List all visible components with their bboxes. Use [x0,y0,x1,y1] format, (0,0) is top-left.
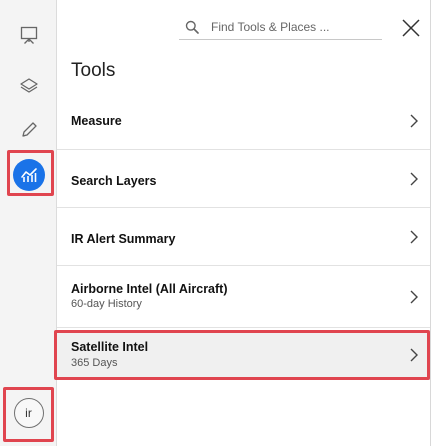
tools-icon [20,168,37,182]
tool-item-label: Satellite Intel [71,340,149,354]
tool-item-search-layers[interactable]: Search Layers [57,150,430,208]
tool-item-label: Search Layers [71,174,157,188]
close-icon [402,19,420,37]
tool-item-measure[interactable]: Measure [57,92,430,150]
chevron-right-icon [410,348,418,361]
tool-item-airborne-intel[interactable]: Airborne Intel (All Aircraft) 60-day His… [57,266,430,328]
tool-item-satellite-intel[interactable]: Satellite Intel 365 Days [57,330,430,380]
tools-panel: Tools Measure Search Layers IR Alert Sum… [57,0,430,446]
rail-button-tools[interactable] [0,153,57,197]
search-icon [179,20,205,34]
rail-button-presentation[interactable] [0,13,57,57]
tool-item-label: Measure [71,114,122,128]
presentation-icon [20,26,37,44]
user-avatar-button[interactable]: ir [0,391,57,435]
rail-button-draw[interactable] [0,108,57,152]
close-button[interactable] [397,14,425,42]
avatar-initials: ir [25,406,32,420]
tool-item-label: Airborne Intel (All Aircraft) [71,282,228,296]
left-rail: ir [0,0,57,446]
tool-item-subtitle: 60-day History [71,298,142,310]
tool-item-subtitle: 365 Days [71,357,118,369]
search-bar [179,14,382,40]
chevron-right-icon [410,230,418,243]
chevron-right-icon [410,172,418,185]
avatar: ir [13,398,44,428]
page-title: Tools [71,60,116,81]
rail-button-layers[interactable] [0,64,57,108]
tool-item-label: IR Alert Summary [71,232,176,246]
pencil-icon [21,122,37,137]
app-window: ir Tools Measure [0,0,431,446]
layers-icon [19,78,38,93]
chevron-right-icon [410,290,418,303]
search-input[interactable] [205,19,381,34]
tools-active-indicator [12,159,45,191]
chevron-right-icon [410,114,418,127]
tool-item-ir-alert-summary[interactable]: IR Alert Summary [57,208,430,266]
